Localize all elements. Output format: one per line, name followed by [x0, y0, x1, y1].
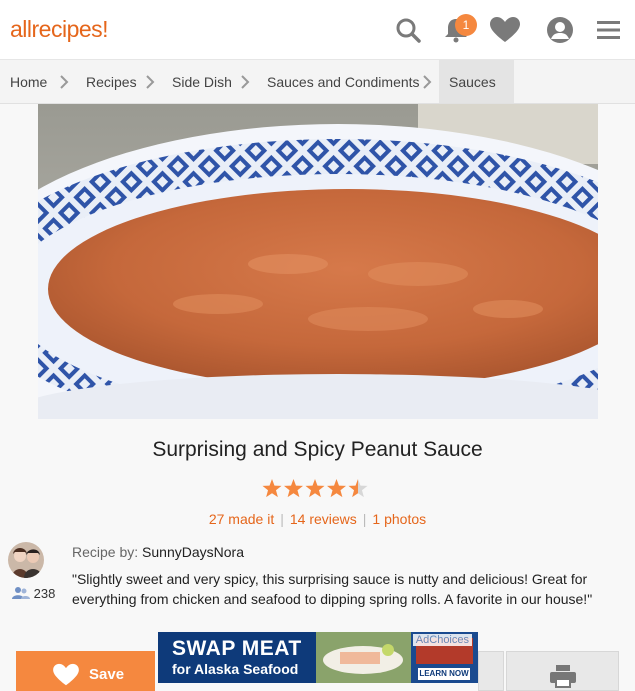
followers: 238 [12, 586, 55, 601]
ad-learn-now-button[interactable]: LEARN NOW [418, 668, 470, 680]
avatar-image [8, 542, 44, 578]
breadcrumb-sauces-and-condiments[interactable]: Sauces and Condiments [267, 60, 420, 103]
breadcrumb-home[interactable]: Home [10, 60, 47, 103]
heart-icon [53, 663, 79, 686]
save-button[interactable]: Save [16, 651, 155, 691]
chevron-right-icon [241, 75, 250, 89]
star-rating[interactable] [261, 478, 371, 500]
breadcrumb-side-dish[interactable]: Side Dish [172, 60, 232, 103]
profile-icon[interactable] [546, 16, 574, 44]
save-label: Save [89, 666, 125, 683]
allrecipes-logo[interactable]: allrecipes! [10, 16, 109, 43]
recipe-title: Surprising and Spicy Peanut Sauce [152, 438, 483, 461]
chevron-right-icon [60, 75, 69, 89]
separator: | [362, 511, 367, 527]
breadcrumb: Home Recipes Side Dish Sauces and Condim… [0, 60, 635, 104]
ad-banner[interactable]: SWAP MEAT for Alaska Seafood AdChoices L… [158, 632, 478, 683]
followers-icon [12, 587, 30, 599]
ad-headline: SWAP MEAT [172, 637, 302, 660]
author-link[interactable]: SunnyDaysNora [142, 544, 244, 560]
ad-choices[interactable]: AdChoices [412, 634, 472, 646]
byline: Recipe by: SunnyDaysNora [72, 544, 244, 560]
star-icon [326, 479, 347, 498]
ad-subline: for Alaska Seafood [172, 661, 299, 677]
followers-count: 238 [33, 586, 56, 601]
photos-link[interactable]: 1 photos [372, 511, 426, 527]
menu-icon[interactable] [596, 16, 624, 44]
chevron-right-icon [146, 75, 155, 89]
made-it-link[interactable]: 27 made it [209, 511, 274, 527]
recipe-photo-image [38, 104, 598, 419]
heart-icon[interactable] [489, 16, 521, 44]
star-icon [283, 479, 304, 498]
star-icon [262, 479, 282, 498]
avatar[interactable] [8, 542, 44, 578]
star-icon [348, 479, 368, 498]
breadcrumb-sauces[interactable]: Sauces [439, 60, 514, 103]
reviews-link[interactable]: 14 reviews [290, 511, 357, 527]
separator: | [280, 511, 284, 527]
logo-text: allrecipes [10, 16, 103, 42]
printer-icon [550, 665, 576, 688]
search-icon[interactable] [394, 16, 422, 44]
recipe-photo[interactable] [38, 104, 598, 419]
top-bar: allrecipes! 1 [0, 0, 635, 60]
print-button[interactable] [506, 651, 619, 691]
chevron-right-icon [423, 75, 432, 89]
star-icon [305, 479, 325, 498]
breadcrumb-recipes[interactable]: Recipes [86, 60, 137, 103]
recipe-stats: 27 made it | 14 reviews | 1 photos [0, 511, 635, 527]
recipe-by-label: Recipe by: [72, 544, 139, 560]
share-button[interactable] [478, 651, 504, 691]
logo-mark: ! [102, 16, 109, 42]
recipe-description: "Slightly sweet and very spicy, this sur… [72, 571, 593, 607]
notification-badge: 1 [455, 14, 477, 36]
